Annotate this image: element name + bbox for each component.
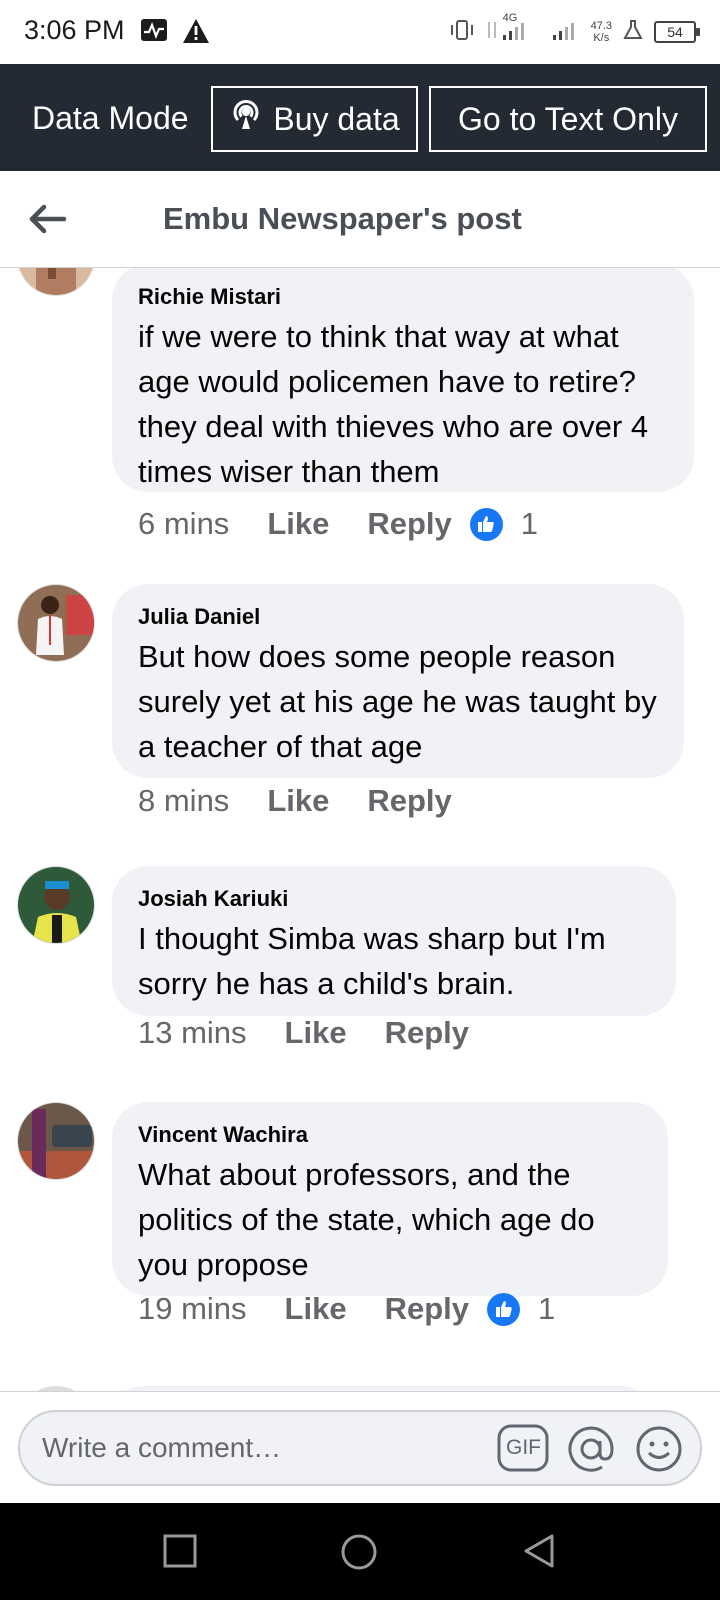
mention-icon[interactable]: [566, 1424, 616, 1479]
reaction-count: 1: [520, 506, 539, 541]
reaction-count: 1: [538, 1291, 556, 1326]
go-to-text-only-button[interactable]: Go to Text Only: [429, 86, 707, 152]
gif-label: GIF: [506, 1436, 541, 1459]
like-button[interactable]: Like: [267, 506, 329, 542]
buy-data-label: Buy data: [273, 100, 400, 137]
signal-icon: 4G: [485, 12, 541, 47]
reply-button[interactable]: Reply: [385, 1291, 469, 1327]
gif-icon[interactable]: GIF: [497, 1424, 549, 1477]
comment-time: 6 mins: [138, 506, 230, 541]
reply-button[interactable]: Reply: [367, 783, 451, 819]
emoji-icon[interactable]: [634, 1424, 684, 1479]
thumbs-up-icon: [487, 1292, 520, 1326]
comments-list: Richie Mistari if we were to think that …: [0, 268, 720, 1391]
avatar[interactable]: [17, 268, 95, 296]
comment-actions: 8 mins Like Reply: [138, 783, 470, 819]
like-button[interactable]: Like: [285, 1015, 347, 1051]
post-header: Embu Newspaper's post: [0, 171, 720, 268]
home-icon[interactable]: [340, 1533, 378, 1576]
comment-actions: 6 mins Like Reply 1: [138, 506, 538, 542]
comment-bubble[interactable]: Josiah Kariuki I thought Simba was sharp…: [112, 866, 676, 1016]
flask-icon: [622, 19, 644, 46]
comment-text: I thought Simba was sharp but I'm sorry …: [138, 921, 606, 1001]
comment-author[interactable]: Josiah Kariuki: [138, 884, 650, 914]
network-type: 4G: [502, 11, 518, 24]
status-time: 3:06 PM: [24, 15, 125, 45]
thumbs-up-icon: [469, 507, 503, 541]
reply-button[interactable]: Reply: [385, 1015, 469, 1051]
activity-icon: [140, 18, 168, 47]
like-button[interactable]: Like: [285, 1291, 347, 1327]
comment-bubble[interactable]: Julia Daniel But how does some people re…: [112, 584, 684, 778]
comment-time: 8 mins: [138, 783, 230, 818]
battery-level: 54: [667, 24, 683, 40]
avatar[interactable]: [17, 584, 95, 662]
vibrate-icon: [449, 19, 475, 46]
avatar[interactable]: [17, 1102, 95, 1180]
data-mode-label: Data Mode: [32, 100, 189, 136]
comment-text: if we were to think that way at what age…: [138, 319, 649, 489]
avatar[interactable]: [17, 866, 95, 944]
comment-author[interactable]: Julia Daniel: [138, 602, 658, 632]
recents-icon[interactable]: [162, 1533, 198, 1574]
network-speed: 47.3 K/s: [591, 20, 612, 44]
comment-text: But how does some people reason surely y…: [138, 639, 657, 764]
comment-actions: 19 mins Like Reply 1: [138, 1291, 555, 1327]
system-nav-bar: [0, 1503, 720, 1600]
like-button[interactable]: Like: [267, 783, 329, 819]
warning-icon: [182, 18, 210, 49]
signal-icon-2: [551, 18, 581, 47]
comment-time: 19 mins: [138, 1291, 247, 1326]
data-mode-bar: Data Mode Buy data Go to Text Only: [0, 64, 720, 171]
buy-data-button[interactable]: Buy data: [211, 86, 418, 152]
comment-text: What about professors, and the politics …: [138, 1157, 595, 1282]
status-bar: 3:06 PM 4G 47.3 K/s 54: [0, 0, 720, 64]
speed-value: 47.3: [590, 20, 612, 32]
broadcast-icon: [229, 98, 263, 140]
reply-button[interactable]: Reply: [367, 506, 451, 542]
back-icon[interactable]: [522, 1533, 556, 1574]
status-right-group: 4G 47.3 K/s 54: [449, 12, 700, 50]
page-title: Embu Newspaper's post: [163, 201, 522, 236]
comment-composer: Write a comment… GIF: [0, 1391, 720, 1503]
text-only-label: Go to Text Only: [458, 100, 678, 137]
speed-unit: K/s: [593, 32, 610, 44]
back-arrow-icon[interactable]: [26, 197, 70, 241]
comment-actions: 13 mins Like Reply: [138, 1015, 487, 1051]
battery-icon: 54: [654, 21, 700, 43]
comment-time: 13 mins: [138, 1015, 247, 1050]
comment-author[interactable]: Vincent Wachira: [138, 1120, 642, 1150]
comment-bubble[interactable]: Vincent Wachira What about professors, a…: [112, 1102, 668, 1296]
comment-bubble[interactable]: Richie Mistari if we were to think that …: [112, 268, 694, 492]
comment-author[interactable]: Richie Mistari: [138, 282, 668, 312]
